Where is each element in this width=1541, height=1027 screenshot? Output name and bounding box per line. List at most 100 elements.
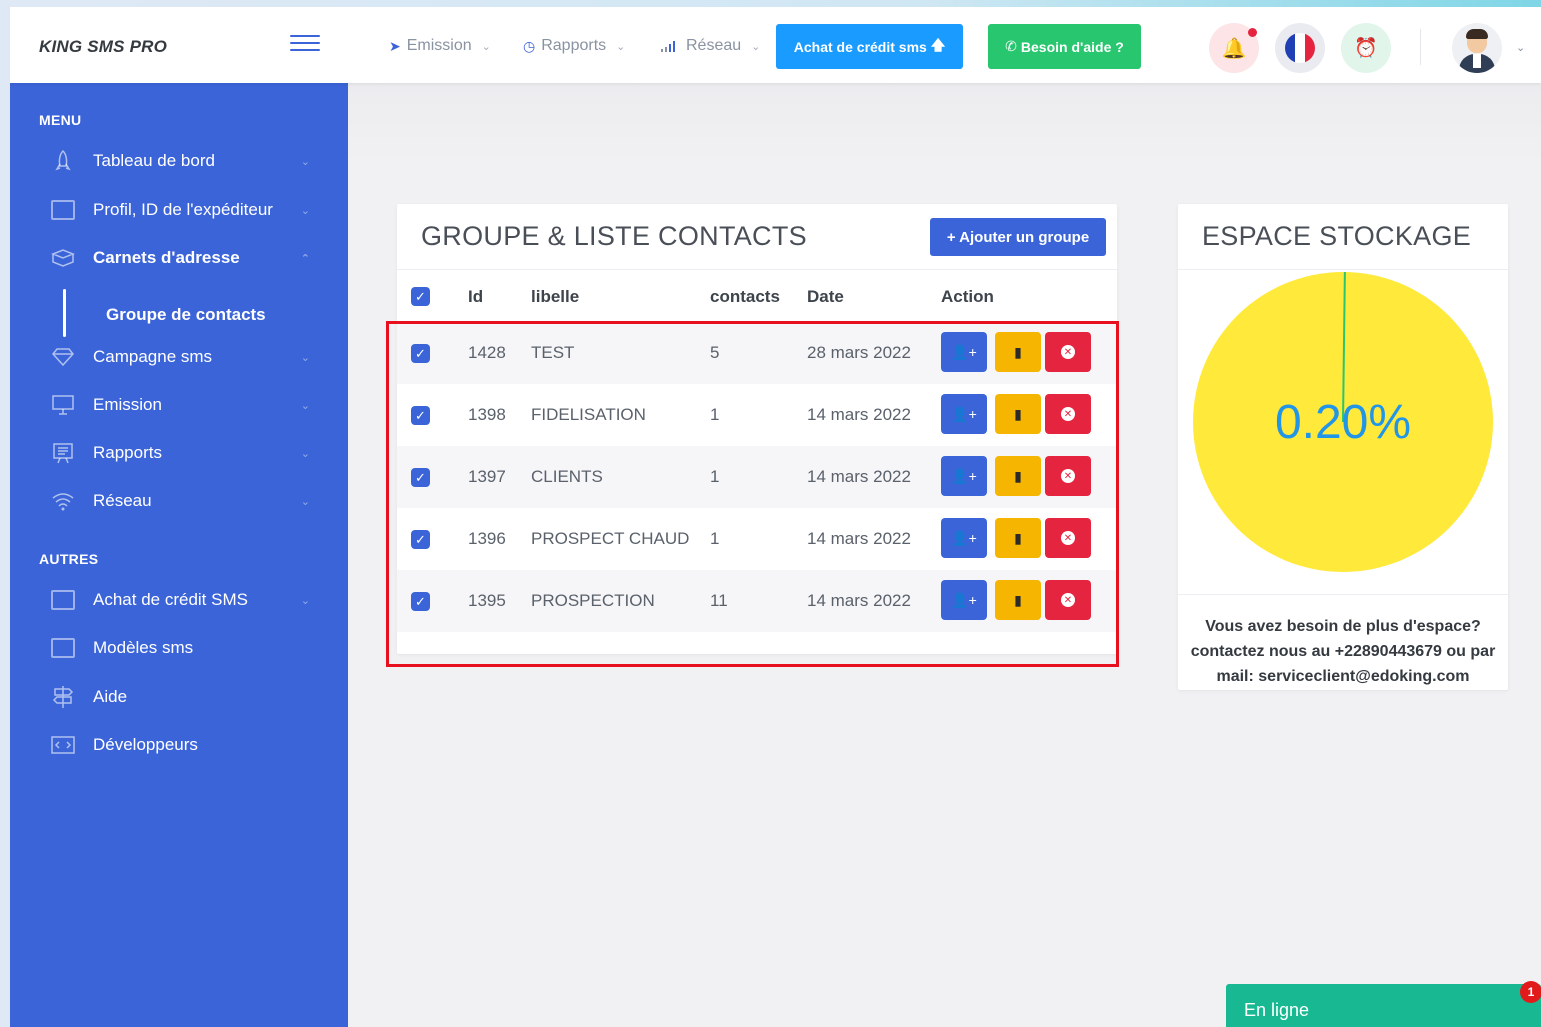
online-chat-badge: 1 [1520,981,1541,1003]
delete-group-button[interactable]: ✕ [1045,394,1091,434]
row-checkbox[interactable]: ✓ [411,592,430,611]
nav-reports[interactable]: ◷ Rapports ⌄ [523,37,625,55]
cell-contacts: 5 [710,343,720,362]
table-row: ✓ 1396 PROSPECT CHAUD 1 14 mars 2022 👤+ ▮ ✕ [397,508,1117,570]
add-contact-button[interactable]: 👤+ [941,456,987,496]
table-row: ✓ 1428 TEST 5 28 mars 2022 👤+ ▮ ✕ [397,322,1117,384]
chevron-down-icon: ⌄ [300,495,310,508]
view-contacts-button[interactable]: ▮ [995,332,1041,372]
add-group-button[interactable]: + Ajouter un groupe [930,218,1106,256]
signpost-icon [50,684,76,710]
cell-contacts: 1 [710,529,720,548]
sidebar-item-sms-campaign[interactable]: Campagne sms ⌄ [50,340,310,374]
nav-emission[interactable]: ➤ Emission ⌄ [389,37,491,55]
sidebar-item-label: Tableau de bord [93,151,215,170]
sidebar-item-developers[interactable]: Développeurs [50,728,310,762]
column-header-id: Id [468,287,484,306]
wifi-icon [50,488,76,514]
alarm-button[interactable]: ⏰ [1341,23,1391,73]
divider [397,269,1117,270]
sidebar-item-buy-credit[interactable]: Achat de crédit SMS ⌄ [50,583,310,617]
buy-credit-button[interactable]: Achat de crédit sms 🡅 [776,24,963,69]
language-button[interactable] [1275,23,1325,73]
sidebar-item-help[interactable]: Aide [50,680,310,714]
row-checkbox[interactable]: ✓ [411,530,430,549]
table-row: ✓ 1395 PROSPECTION 11 14 mars 2022 👤+ ▮ ✕ [397,570,1117,632]
sidebar-item-label: Rapports [93,443,162,462]
view-contacts-button[interactable]: ▮ [995,518,1041,558]
delete-group-button[interactable]: ✕ [1045,580,1091,620]
row-checkbox[interactable]: ✓ [411,468,430,487]
code-icon [50,732,76,758]
sidebar-item-profile[interactable]: Profil, ID de l'expéditeur ⌄ [50,193,310,227]
send-icon: ➤ [389,37,401,54]
nav-label: Emission [406,37,472,54]
help-button[interactable]: ✆ Besoin d'aide ? [988,24,1141,69]
close-circle-icon: ✕ [1061,345,1075,359]
cell-contacts: 1 [710,467,720,486]
rocket-icon [50,148,76,174]
add-contact-button[interactable]: 👤+ [941,518,987,558]
package-icon [50,245,76,271]
sidebar-item-emission[interactable]: Emission ⌄ [50,388,310,422]
storage-pie-chart: 0.20% [1193,271,1493,572]
storage-text-line: Vous avez besoin de plus d'espace? [1205,618,1481,635]
select-all-checkbox[interactable]: ✓ [411,287,430,306]
cell-date: 14 mars 2022 [807,467,911,486]
cell-id: 1428 [468,343,506,362]
cell-libelle: CLIENTS [531,467,603,486]
card-icon [50,587,76,613]
delete-group-button[interactable]: ✕ [1045,456,1091,496]
sidebar-item-address-books[interactable]: Carnets d'adresse ⌃ [50,241,310,275]
sidebar-item-dashboard[interactable]: Tableau de bord ⌄ [50,144,310,178]
cell-date: 14 mars 2022 [807,591,911,610]
alarm-clock-icon: ⏰ [1354,38,1378,59]
hamburger-menu-icon[interactable] [290,35,320,55]
cell-date: 14 mars 2022 [807,405,911,424]
help-label: Besoin d'aide ? [1020,38,1124,55]
sidebar-item-label: Développeurs [93,735,198,754]
delete-group-button[interactable]: ✕ [1045,518,1091,558]
sidebar-item-label: Modèles sms [93,638,194,657]
view-contacts-button[interactable]: ▮ [995,394,1041,434]
sidebar-item-templates[interactable]: Modèles sms [50,631,310,665]
nav-label: Réseau [686,37,742,54]
arrow-up-icon: 🡅 [930,36,946,53]
view-contacts-button[interactable]: ▮ [995,580,1041,620]
contacts-card-title: GROUPE & LISTE CONTACTS [421,221,807,251]
add-contact-button[interactable]: 👤+ [941,580,987,620]
add-contact-button[interactable]: 👤+ [941,332,987,372]
brand-logo[interactable]: KING SMS PRO [39,37,167,57]
user-avatar[interactable] [1452,23,1502,73]
cell-libelle: FIDELISATION [531,405,646,424]
sidebar-subitem-contact-groups[interactable]: Groupe de contacts [106,305,266,325]
cell-contacts: 1 [710,405,720,424]
close-circle-icon: ✕ [1061,407,1075,421]
signal-icon [660,38,680,55]
close-circle-icon: ✕ [1061,593,1075,607]
sidebar-item-label: Campagne sms [93,347,213,366]
sidebar-item-label: Aide [93,687,128,706]
cell-libelle: PROSPECTION [531,591,655,610]
table-row: ✓ 1398 FIDELISATION 1 14 mars 2022 👤+ ▮ ✕ [397,384,1117,446]
book-icon: ▮ [1014,467,1022,484]
whatsapp-icon: ✆ [1005,38,1017,54]
online-chat-widget[interactable]: En ligne [1226,984,1541,1027]
sidebar-item-reports[interactable]: Rapports ⌄ [50,436,310,470]
sidebar-item-network[interactable]: Réseau ⌄ [50,484,310,518]
nav-network[interactable]: Réseau ⌄ [660,37,760,55]
notifications-button[interactable]: 🔔 [1209,23,1259,73]
menu-section-title: MENU [39,112,82,128]
book-icon: ▮ [1014,529,1022,546]
delete-group-button[interactable]: ✕ [1045,332,1091,372]
add-contact-button[interactable]: 👤+ [941,394,987,434]
close-circle-icon: ✕ [1061,531,1075,545]
cell-date: 28 mars 2022 [807,343,911,362]
cell-libelle: TEST [531,343,575,362]
row-checkbox[interactable]: ✓ [411,406,430,425]
column-header-action: Action [941,287,994,306]
cell-contacts: 11 [710,591,728,610]
chevron-down-icon[interactable]: ⌄ [1516,41,1525,54]
row-checkbox[interactable]: ✓ [411,344,430,363]
view-contacts-button[interactable]: ▮ [995,456,1041,496]
